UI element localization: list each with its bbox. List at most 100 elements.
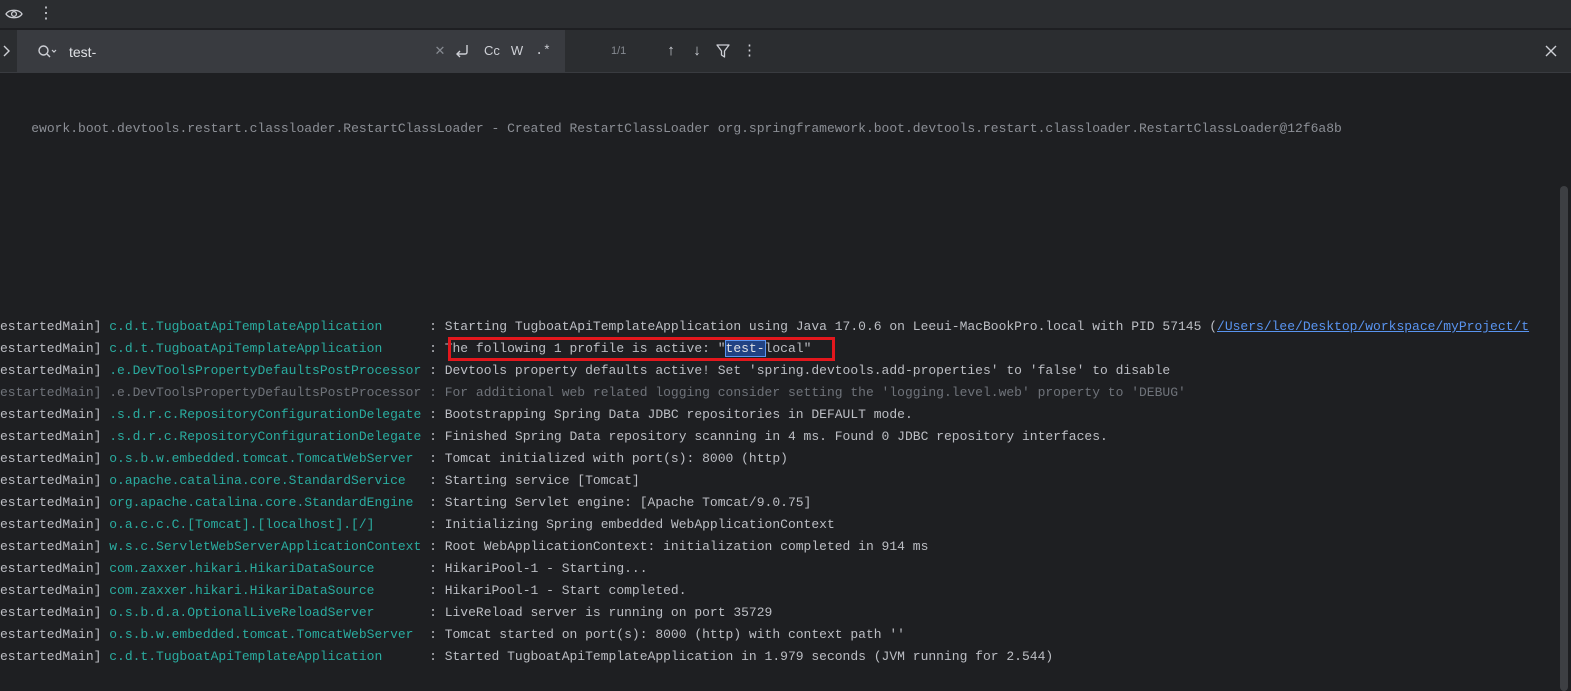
search-input[interactable] [69, 42, 429, 62]
log-thread: estartedMain] [0, 517, 110, 532]
log-thread: estartedMain] [0, 451, 110, 466]
log-message: Devtools property defaults active! Set '… [444, 363, 1171, 378]
log-logger: com.zaxxer.hikari.HikariDataSource [109, 583, 430, 598]
match-count: 1/1 [611, 45, 627, 57]
log-message: LiveReload server is running on port 357… [444, 605, 773, 620]
log-thread: estartedMain] [0, 627, 110, 642]
log-line: estartedMain] org.apache.catalina.core.S… [0, 492, 811, 514]
regex-button[interactable]: .* [534, 42, 552, 60]
log-line: estartedMain] o.s.b.w.embedded.tomcat.To… [0, 624, 905, 646]
log-separator: : [429, 341, 445, 356]
log-separator: : [429, 605, 445, 620]
log-thread: estartedMain] [0, 363, 110, 378]
eye-icon[interactable] [5, 6, 23, 22]
log-line: estartedMain] com.zaxxer.hikari.HikariDa… [0, 558, 648, 580]
log-message: Starting Servlet engine: [Apache Tomcat/… [444, 495, 812, 510]
close-icon[interactable] [1542, 42, 1560, 60]
log-message: Starting service [Tomcat] [444, 473, 640, 488]
clear-icon[interactable]: ✕ [433, 43, 447, 59]
log-message: Bootstrapping Spring Data JDBC repositor… [444, 407, 913, 422]
search-match: test- [724, 340, 766, 357]
log-line: estartedMain] o.s.b.w.embedded.tomcat.To… [0, 448, 788, 470]
console-output[interactable]: ework.boot.devtools.restart.classloader.… [0, 74, 1559, 691]
log-line: estartedMain] o.s.b.d.a.OptionalLiveRelo… [0, 602, 772, 624]
log-line: estartedMain] c.d.t.TugboatApiTemplateAp… [0, 646, 1053, 668]
log-thread: estartedMain] [0, 407, 110, 422]
log-text: ework.boot.devtools.restart.classloader.… [31, 121, 1342, 136]
log-message: Tomcat initialized with port(s): 8000 (h… [444, 451, 788, 466]
log-message: For additional web related logging consi… [444, 385, 1186, 400]
log-thread: estartedMain] [0, 495, 110, 510]
log-logger: o.s.b.w.embedded.tomcat.TomcatWebServer [109, 627, 430, 642]
log-logger: w.s.c.ServletWebServerApplicationContext [109, 539, 430, 554]
file-path-link[interactable]: /Users/lee/Desktop/workspace/myProject/t [1217, 319, 1529, 334]
more-options-icon[interactable]: ⋮ [742, 42, 757, 60]
log-thread: estartedMain] [0, 605, 110, 620]
log-message: The following 1 profile is active: " [444, 341, 726, 356]
search-history-icon[interactable] [37, 44, 57, 60]
log-separator: : [429, 407, 445, 422]
log-logger: o.s.b.w.embedded.tomcat.TomcatWebServer [109, 451, 430, 466]
log-logger: o.a.c.c.C.[Tomcat].[localhost].[/] [109, 517, 430, 532]
log-logger: o.apache.catalina.core.StandardService [109, 473, 430, 488]
new-line-icon[interactable] [453, 43, 471, 59]
scrollbar-thumb[interactable] [1560, 186, 1568, 691]
log-logger: .s.d.r.c.RepositoryConfigurationDelegate [109, 429, 430, 444]
match-case-button[interactable]: Cc [482, 42, 502, 60]
filter-icon[interactable] [715, 43, 731, 59]
log-separator: : [429, 385, 445, 400]
log-logger: c.d.t.TugboatApiTemplateApplication [109, 319, 430, 334]
log-logger: o.s.b.d.a.OptionalLiveReloadServer [109, 605, 430, 620]
log-line: estartedMain] .e.DevToolsPropertyDefault… [0, 360, 1170, 382]
log-separator: : [429, 517, 445, 532]
log-thread: estartedMain] [0, 539, 110, 554]
previous-occurrence-icon[interactable]: ↑ [663, 42, 679, 60]
log-line-classloader: ework.boot.devtools.restart.classloader.… [0, 96, 1342, 136]
log-logger: .e.DevToolsPropertyDefaultsPostProcessor [109, 363, 430, 378]
log-line: estartedMain] .s.d.r.c.RepositoryConfigu… [0, 426, 1108, 448]
log-thread: estartedMain] [0, 583, 110, 598]
log-message: Initializing Spring embedded WebApplicat… [444, 517, 835, 532]
log-separator: : [429, 319, 445, 334]
whole-words-button[interactable]: W [510, 42, 524, 60]
log-thread: estartedMain] [0, 319, 110, 334]
log-thread: estartedMain] [0, 429, 110, 444]
find-bar: ✕ Cc W .* 1/1 ↑ ↓ ⋮ [0, 30, 1571, 73]
console-toolbar: ⋮ [0, 0, 1571, 29]
log-message: local" [764, 341, 812, 356]
log-thread: estartedMain] [0, 385, 110, 400]
log-thread: estartedMain] [0, 341, 110, 356]
log-message: Root WebApplicationContext: initializati… [444, 539, 929, 554]
log-separator: : [429, 583, 445, 598]
log-separator: : [429, 561, 445, 576]
log-line: estartedMain] o.apache.catalina.core.Sta… [0, 470, 640, 492]
log-message: Starting TugboatApiTemplateApplication u… [444, 319, 1218, 334]
log-message: Tomcat started on port(s): 8000 (http) w… [444, 627, 905, 642]
log-line: estartedMain] o.a.c.c.C.[Tomcat].[localh… [0, 514, 835, 536]
log-line: estartedMain] c.d.t.TugboatApiTemplateAp… [0, 316, 1529, 338]
chevron-right-icon[interactable] [1, 43, 13, 59]
next-occurrence-icon[interactable]: ↓ [689, 42, 705, 60]
log-line: estartedMain] .e.DevToolsPropertyDefault… [0, 382, 1186, 404]
log-separator: : [429, 363, 445, 378]
log-thread: estartedMain] [0, 473, 110, 488]
log-separator: : [429, 473, 445, 488]
log-message: Started TugboatApiTemplateApplication in… [444, 649, 1054, 664]
log-logger: org.apache.catalina.core.StandardEngine [109, 495, 430, 510]
log-separator: : [429, 429, 445, 444]
log-logger: com.zaxxer.hikari.HikariDataSource [109, 561, 430, 576]
log-logger: c.d.t.TugboatApiTemplateApplication [109, 341, 430, 356]
log-logger: .s.d.r.c.RepositoryConfigurationDelegate [109, 407, 430, 422]
log-line: estartedMain] c.d.t.TugboatApiTemplateAp… [0, 338, 811, 360]
log-line: estartedMain] .s.d.r.c.RepositoryConfigu… [0, 404, 913, 426]
log-separator: : [429, 649, 445, 664]
log-thread: estartedMain] [0, 649, 110, 664]
log-line: estartedMain] w.s.c.ServletWebServerAppl… [0, 536, 928, 558]
log-message: HikariPool-1 - Starting... [444, 561, 648, 576]
log-logger: c.d.t.TugboatApiTemplateApplication [109, 649, 430, 664]
log-separator: : [429, 539, 445, 554]
search-field: ✕ Cc W .* [17, 30, 565, 73]
kebab-icon[interactable]: ⋮ [38, 4, 54, 24]
log-line: estartedMain] com.zaxxer.hikari.HikariDa… [0, 580, 687, 602]
log-message: Finished Spring Data repository scanning… [444, 429, 1108, 444]
